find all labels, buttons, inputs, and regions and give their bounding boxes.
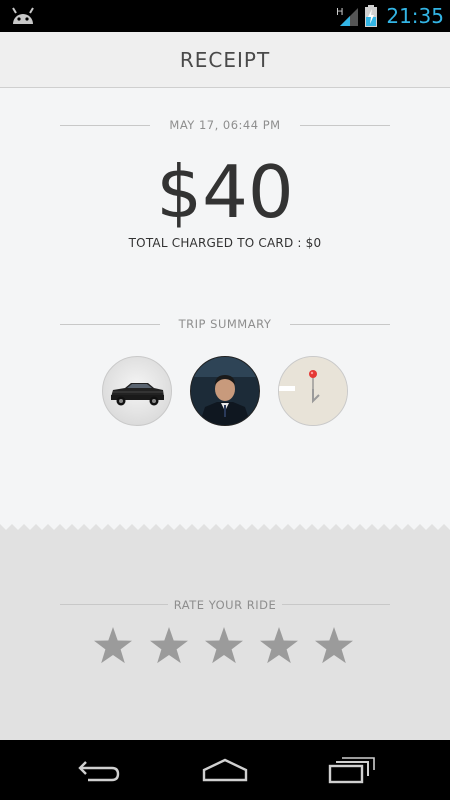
home-icon[interactable] — [198, 754, 252, 786]
route-map-avatar[interactable] — [278, 356, 348, 426]
driver-avatar[interactable] — [190, 356, 260, 426]
status-bar: H 21:35 — [0, 0, 450, 32]
android-icon — [12, 7, 34, 24]
car-icon — [111, 383, 164, 406]
trip-summary-divider-right — [290, 324, 390, 325]
clock: 21:35 — [386, 4, 444, 28]
map-pin-icon — [279, 357, 347, 425]
vehicle-avatar[interactable] — [102, 356, 172, 426]
signal-icon: H — [336, 7, 359, 26]
star-icon-1[interactable] — [92, 625, 134, 667]
system-nav-bar — [0, 740, 450, 800]
star-rating — [92, 625, 362, 667]
status-indicators: H 21:35 — [336, 0, 444, 32]
page-title: RECEIPT — [179, 47, 271, 72]
star-icon-4[interactable] — [258, 625, 300, 667]
fare-amount: $40 — [156, 150, 294, 234]
charged-to-card-text: TOTAL CHARGED TO CARD : $0 — [128, 236, 322, 250]
driver-photo — [191, 357, 259, 425]
star-icon-2[interactable] — [148, 625, 190, 667]
star-icon-3[interactable] — [203, 625, 245, 667]
star-icon-5[interactable] — [313, 625, 355, 667]
back-icon[interactable] — [72, 754, 126, 786]
date-divider-right — [300, 125, 390, 126]
recents-icon[interactable] — [324, 754, 378, 786]
network-type-label: H — [336, 7, 344, 18]
app-header: RECEIPT — [0, 32, 450, 88]
rate-your-ride-label: RATE YOUR RIDE — [173, 598, 277, 612]
battery-icon — [365, 5, 378, 27]
rating-divider-right — [282, 604, 390, 605]
